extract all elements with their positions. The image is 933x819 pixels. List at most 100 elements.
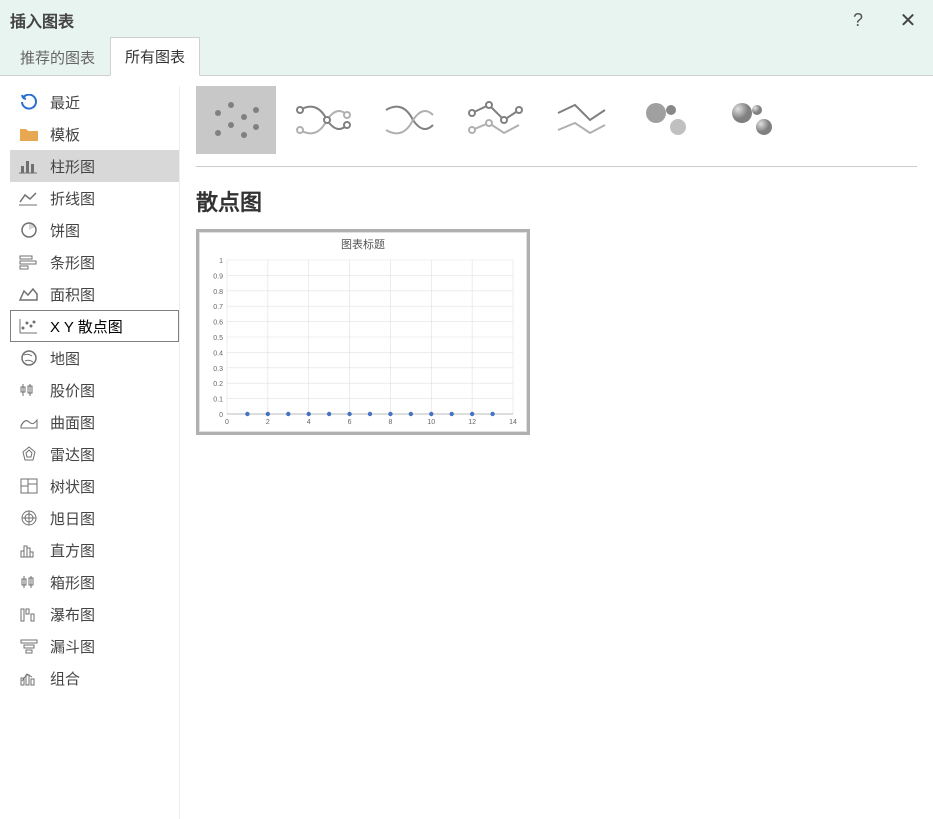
scatter-chart-icon	[18, 315, 40, 337]
sidebar-item-sunburst[interactable]: 旭日图	[10, 502, 179, 534]
svg-text:0.4: 0.4	[213, 350, 223, 357]
chart-category-sidebar: 最近 模板 柱形图 折线图 饼图	[10, 86, 180, 819]
sidebar-item-label: 箱形图	[50, 572, 95, 593]
scatter-smooth-icon	[378, 95, 438, 145]
sidebar-item-label: 最近	[50, 92, 80, 113]
column-chart-icon	[18, 155, 40, 177]
sidebar-item-funnel[interactable]: 漏斗图	[10, 630, 179, 662]
sidebar-item-bar[interactable]: 条形图	[10, 246, 179, 278]
svg-text:10: 10	[427, 419, 435, 426]
sidebar-item-waterfall[interactable]: 瀑布图	[10, 598, 179, 630]
chart-preview[interactable]: 图表标题00.10.20.30.40.50.60.70.80.910246810…	[196, 229, 530, 435]
svg-text:0: 0	[225, 419, 229, 426]
help-button[interactable]: ?	[843, 10, 873, 31]
sidebar-item-scatter[interactable]: X Y 散点图	[10, 310, 179, 342]
combo-chart-icon	[18, 667, 40, 689]
sidebar-item-templates[interactable]: 模板	[10, 118, 179, 150]
titlebar: 插入图表 ? ✕	[0, 0, 933, 40]
sidebar-item-label: 饼图	[50, 220, 80, 241]
surface-chart-icon	[18, 411, 40, 433]
svg-text:图表标题: 图表标题	[341, 237, 385, 251]
sidebar-item-pie[interactable]: 饼图	[10, 214, 179, 246]
svg-text:8: 8	[388, 419, 392, 426]
svg-text:6: 6	[348, 419, 352, 426]
sidebar-item-label: 模板	[50, 124, 80, 145]
sidebar-item-surface[interactable]: 曲面图	[10, 406, 179, 438]
svg-text:4: 4	[307, 419, 311, 426]
pie-chart-icon	[18, 219, 40, 241]
tab-recommended[interactable]: 推荐的图表	[5, 38, 110, 76]
sidebar-item-treemap[interactable]: 树状图	[10, 470, 179, 502]
scatter-smooth-markers-icon	[292, 95, 352, 145]
scatter-lines-icon	[550, 95, 610, 145]
subtype-bubble[interactable]	[626, 86, 706, 154]
sidebar-item-label: 直方图	[50, 540, 95, 561]
sidebar-item-line[interactable]: 折线图	[10, 182, 179, 214]
sidebar-item-recent[interactable]: 最近	[10, 86, 179, 118]
sidebar-item-label: 旭日图	[50, 508, 95, 529]
boxwhisker-icon	[18, 571, 40, 593]
sidebar-item-label: 树状图	[50, 476, 95, 497]
scatter-lines-markers-icon	[464, 95, 524, 145]
chart-type-title: 散点图	[196, 185, 917, 217]
sidebar-item-label: 瀑布图	[50, 604, 95, 625]
sidebar-item-column[interactable]: 柱形图	[10, 150, 179, 182]
svg-text:1: 1	[219, 258, 223, 265]
subtype-scatter-smooth[interactable]	[368, 86, 448, 154]
svg-text:0.3: 0.3	[213, 366, 223, 373]
subtype-scatter-markers[interactable]	[196, 86, 276, 154]
svg-text:0: 0	[219, 412, 223, 419]
bubble-3d-icon	[722, 95, 782, 145]
main-panel: 散点图 图表标题00.10.20.30.40.50.60.70.80.91024…	[180, 76, 933, 819]
svg-text:2: 2	[266, 419, 270, 426]
treemap-icon	[18, 475, 40, 497]
scatter-markers-icon	[206, 95, 266, 145]
svg-text:0.6: 0.6	[213, 320, 223, 327]
close-button[interactable]: ✕	[893, 8, 923, 33]
svg-text:0.9: 0.9	[213, 273, 223, 280]
svg-text:0.2: 0.2	[213, 381, 223, 388]
bubble-icon	[636, 95, 696, 145]
sidebar-item-label: 雷达图	[50, 444, 95, 465]
subtype-scatter-smooth-markers[interactable]	[282, 86, 362, 154]
sidebar-item-label: 条形图	[50, 252, 95, 273]
svg-text:0.8: 0.8	[213, 289, 223, 296]
waterfall-icon	[18, 603, 40, 625]
sidebar-item-stock[interactable]: 股价图	[10, 374, 179, 406]
map-icon	[18, 347, 40, 369]
sidebar-item-label: 曲面图	[50, 412, 95, 433]
sunburst-icon	[18, 507, 40, 529]
svg-text:0.5: 0.5	[213, 335, 223, 342]
stock-chart-icon	[18, 379, 40, 401]
sidebar-item-map[interactable]: 地图	[10, 342, 179, 374]
sidebar-item-histogram[interactable]: 直方图	[10, 534, 179, 566]
sidebar-item-combo[interactable]: 组合	[10, 662, 179, 694]
area-chart-icon	[18, 283, 40, 305]
sidebar-item-label: 地图	[50, 348, 80, 369]
svg-text:0.7: 0.7	[213, 304, 223, 311]
sidebar-item-label: 面积图	[50, 284, 95, 305]
subtype-scatter-lines[interactable]	[540, 86, 620, 154]
chart-subtype-row	[196, 86, 917, 167]
svg-text:0.1: 0.1	[213, 397, 223, 404]
svg-text:14: 14	[509, 419, 517, 426]
radar-chart-icon	[18, 443, 40, 465]
chart-preview-svg: 图表标题00.10.20.30.40.50.60.70.80.910246810…	[199, 232, 527, 432]
bar-chart-icon	[18, 251, 40, 273]
sidebar-item-area[interactable]: 面积图	[10, 278, 179, 310]
funnel-icon	[18, 635, 40, 657]
content-area: 最近 模板 柱形图 折线图 饼图	[0, 76, 933, 819]
svg-text:12: 12	[468, 419, 476, 426]
sidebar-item-label: 组合	[50, 668, 80, 689]
line-chart-icon	[18, 187, 40, 209]
sidebar-item-label: 折线图	[50, 188, 95, 209]
sidebar-item-label: X Y 散点图	[50, 316, 123, 337]
tab-all-charts[interactable]: 所有图表	[110, 37, 200, 76]
tabbar: 推荐的图表 所有图表	[0, 40, 933, 76]
sidebar-item-radar[interactable]: 雷达图	[10, 438, 179, 470]
subtype-scatter-lines-markers[interactable]	[454, 86, 534, 154]
subtype-bubble-3d[interactable]	[712, 86, 792, 154]
histogram-icon	[18, 539, 40, 561]
sidebar-item-label: 股价图	[50, 380, 95, 401]
sidebar-item-boxwhisker[interactable]: 箱形图	[10, 566, 179, 598]
